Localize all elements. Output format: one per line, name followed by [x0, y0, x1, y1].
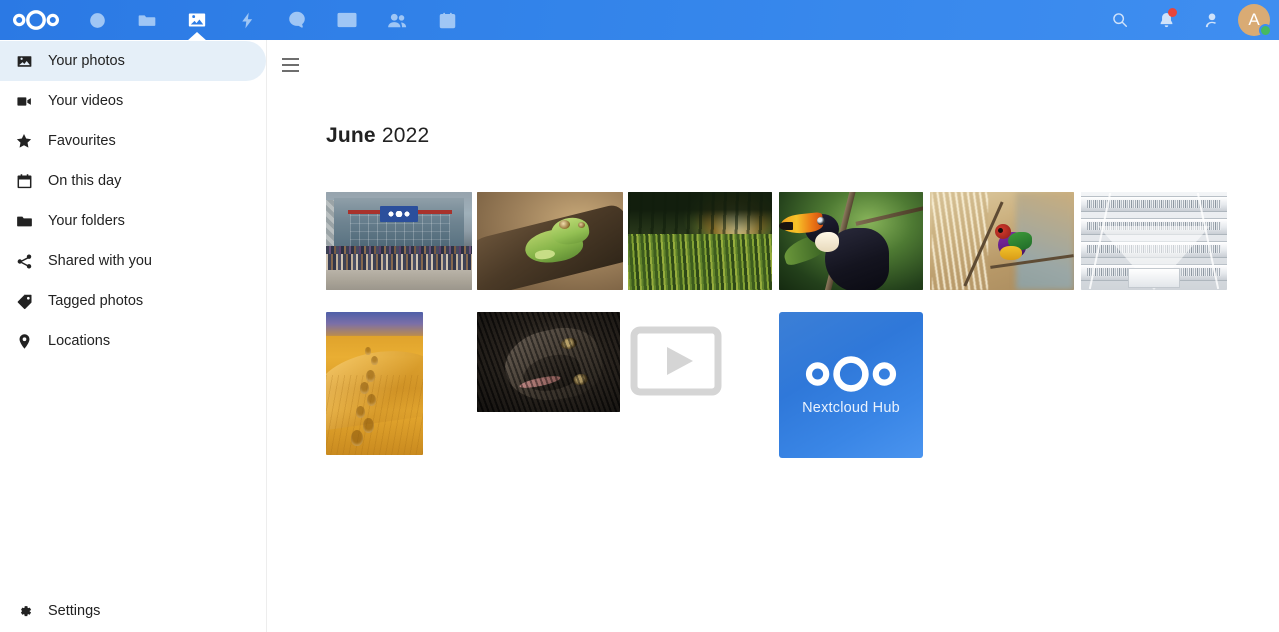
sidebar-item-label: Tagged photos	[48, 293, 144, 309]
sidebar-item-label: On this day	[48, 173, 122, 189]
app-icon-talk[interactable]	[272, 0, 322, 40]
play-placeholder-icon	[630, 326, 722, 396]
app-icon-dashboard[interactable]	[72, 0, 122, 40]
notifications-button[interactable]	[1143, 0, 1189, 40]
star-icon	[10, 121, 38, 161]
notification-badge	[1168, 8, 1177, 17]
app-header: A	[0, 0, 1279, 40]
sidebar-item-label: Shared with you	[48, 253, 152, 269]
sidebar-settings: Settings	[0, 591, 266, 631]
app-icon-activity[interactable]	[222, 0, 272, 40]
photo-thumbnail-toucan[interactable]	[779, 192, 923, 290]
search-button[interactable]	[1097, 0, 1143, 40]
sidebar-item-your-videos[interactable]: Your videos	[0, 81, 266, 121]
sidebar-item-your-folders[interactable]: Your folders	[0, 201, 266, 241]
photo-thumbnail-nextcloud-hub[interactable]: Nextcloud Hub	[779, 312, 923, 458]
photo-thumbnail-group-photo[interactable]	[326, 192, 472, 290]
hamburger-menu-icon-line	[281, 64, 299, 66]
sidebar-item-label: Your videos	[48, 93, 124, 109]
month-label: June	[326, 124, 376, 147]
photo-row: Nextcloud Hub	[326, 312, 1276, 458]
nextcloud-logo[interactable]	[0, 0, 72, 40]
month-group-heading: June 2022	[326, 124, 429, 148]
video-icon	[10, 81, 38, 121]
nextcloud-logo-icon	[13, 10, 59, 30]
sidebar-item-tagged-photos[interactable]: Tagged photos	[0, 281, 266, 321]
hamburger-menu-icon-line	[281, 70, 299, 72]
photo-cell[interactable]	[477, 192, 628, 290]
sidebar-item-your-photos[interactable]: Your photos	[0, 41, 266, 81]
photo-thumbnail-gorilla[interactable]	[477, 312, 620, 412]
lightning-bolt-icon	[241, 12, 252, 28]
app-icon-calendar[interactable]	[422, 0, 472, 40]
contacts-menu-button[interactable]	[1189, 0, 1235, 40]
nextcloud-logo-icon	[805, 355, 897, 392]
photo-cell[interactable]	[628, 312, 779, 408]
share-icon	[10, 241, 38, 281]
people-icon	[387, 13, 406, 27]
app-icon-files[interactable]	[122, 0, 172, 40]
app-navigation	[72, 0, 472, 40]
app-icon-mail[interactable]	[322, 0, 372, 40]
calendar-icon	[10, 161, 38, 201]
sidebar-item-label: Your folders	[48, 213, 125, 229]
photo-cell[interactable]	[628, 192, 779, 290]
photo-thumbnail-tree-frog[interactable]	[477, 192, 623, 290]
sidebar-item-shared-with-you[interactable]: Shared with you	[0, 241, 266, 281]
map-pin-icon	[10, 321, 38, 361]
sidebar-item-favourites[interactable]: Favourites	[0, 121, 266, 161]
sidebar-item-label: Your photos	[48, 53, 125, 69]
photo-cell[interactable]	[326, 312, 477, 455]
photo-thumbnail-video-placeholder[interactable]	[628, 312, 724, 408]
tag-icon	[10, 281, 38, 321]
circle-outline-icon	[89, 12, 105, 28]
folder-icon	[10, 201, 38, 241]
photos-main-content: June 2022 Nextcloud Hub	[267, 40, 1279, 632]
person-icon	[1205, 13, 1216, 27]
sidebar-item-label: Locations	[48, 333, 111, 349]
sidebar-item-label: Favourites	[48, 133, 116, 149]
photo-grid: Nextcloud Hub	[326, 152, 1276, 458]
photo-row	[326, 192, 1276, 290]
sidebar-item-on-this-day[interactable]: On this day	[0, 161, 266, 201]
photo-cell[interactable]	[1081, 192, 1232, 290]
speech-bubble-icon	[289, 11, 305, 28]
user-avatar-button[interactable]: A	[1235, 0, 1273, 40]
photo-thumbnail-gouldian-finch[interactable]	[930, 192, 1074, 290]
image-icon	[188, 13, 206, 27]
sidebar-item-settings[interactable]: Settings	[0, 591, 266, 631]
photo-thumbnail-sunset-field[interactable]	[628, 192, 772, 290]
gear-icon	[10, 591, 38, 631]
image-icon	[10, 41, 38, 81]
app-icon-photos[interactable]	[172, 0, 222, 40]
photo-cell[interactable]	[779, 192, 930, 290]
navigation-toggle-button[interactable]	[275, 50, 305, 80]
hub-caption: Nextcloud Hub	[802, 399, 900, 416]
sidebar-nav-list: Your photos Your videos Favourites On th…	[0, 40, 266, 361]
header-actions: A	[1097, 0, 1279, 40]
app-icon-contacts[interactable]	[372, 0, 422, 40]
folder-icon	[138, 15, 156, 26]
envelope-icon	[337, 12, 357, 28]
photo-cell[interactable]	[477, 312, 628, 412]
magnify-icon	[1113, 13, 1128, 28]
photo-cell[interactable]	[930, 192, 1081, 290]
sidebar-item-locations[interactable]: Locations	[0, 321, 266, 361]
photo-thumbnail-desert-footprints[interactable]	[326, 312, 423, 455]
app-sidebar: Your photos Your videos Favourites On th…	[0, 40, 267, 632]
photo-thumbnail-library[interactable]	[1081, 192, 1227, 290]
calendar-icon	[439, 12, 455, 28]
photo-cell[interactable]	[326, 192, 477, 290]
hamburger-menu-icon-line	[281, 58, 299, 60]
sidebar-item-label: Settings	[48, 603, 101, 619]
status-badge	[1259, 24, 1272, 37]
photo-cell[interactable]: Nextcloud Hub	[779, 312, 930, 458]
year-label: 2022	[381, 124, 430, 147]
